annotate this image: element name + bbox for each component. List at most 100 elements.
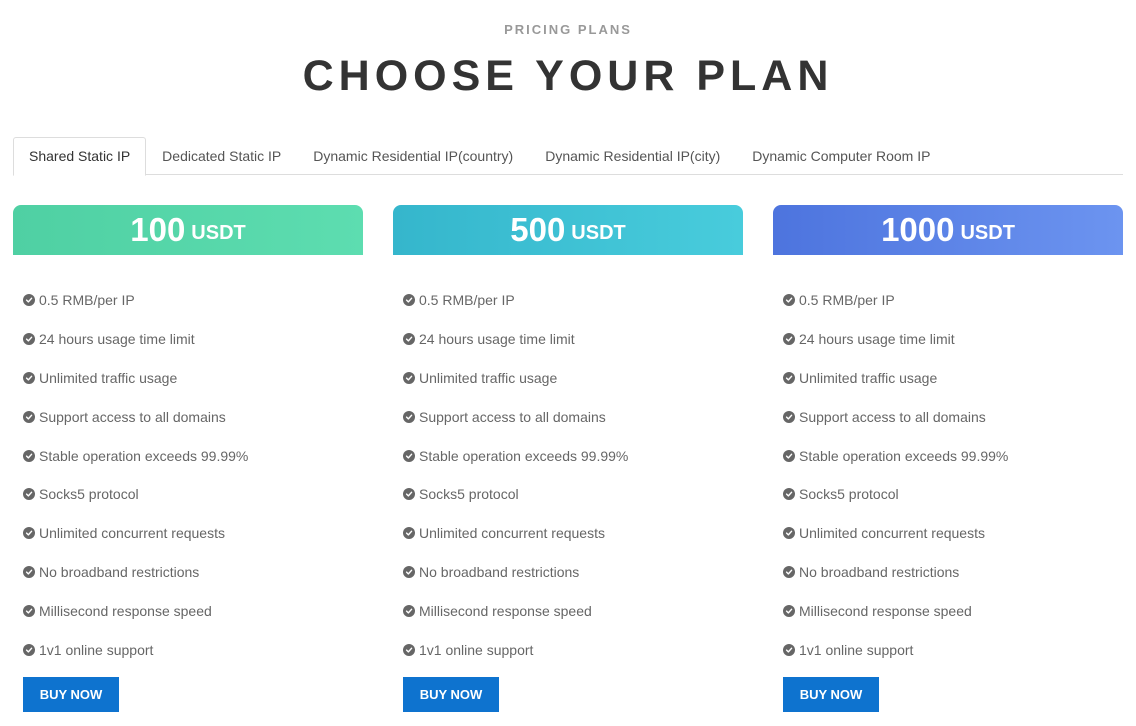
feature-list: 0.5 RMB/per IP 24 hours usage time limit U… [393, 281, 743, 669]
feature-text: Socks5 protocol [799, 486, 899, 503]
buy-now-button[interactable]: BUY NOW [783, 676, 879, 712]
tab-dedicated-static-ip[interactable]: Dedicated Static IP [146, 137, 297, 175]
check-circle-icon [23, 565, 35, 578]
buy-now-button[interactable]: BUY NOW [23, 676, 119, 712]
plan-currency: USDT [191, 222, 246, 244]
check-circle-icon [403, 371, 415, 384]
feature-item: No broadband restrictions [783, 553, 1123, 592]
check-circle-icon [403, 294, 415, 307]
check-circle-icon [783, 643, 795, 656]
feature-text: No broadband restrictions [419, 563, 580, 580]
feature-item: 0.5 RMB/per IP [403, 281, 743, 320]
feature-item: No broadband restrictions [23, 553, 363, 592]
feature-item: No broadband restrictions [403, 553, 743, 592]
check-circle-icon [23, 604, 35, 617]
check-circle-icon [783, 565, 795, 578]
feature-item: Unlimited traffic usage [783, 359, 1123, 398]
feature-text: Socks5 protocol [419, 486, 519, 503]
feature-text: Socks5 protocol [39, 486, 139, 503]
feature-item: Support access to all domains [783, 397, 1123, 436]
feature-text: Unlimited concurrent requests [39, 525, 225, 542]
feature-text: Support access to all domains [419, 408, 606, 425]
check-circle-icon [403, 488, 415, 501]
plan-card: 100 USDT 0.5 RMB/per IP 24 hours usage tim… [13, 205, 363, 712]
feature-text: Unlimited concurrent requests [419, 525, 605, 542]
check-circle-icon [403, 604, 415, 617]
plan-price-header: 500 USDT [393, 205, 743, 255]
feature-item: 1v1 online support [403, 630, 743, 669]
check-circle-icon [23, 527, 35, 540]
feature-item: 0.5 RMB/per IP [23, 281, 363, 320]
check-circle-icon [783, 294, 795, 307]
plan-price-header: 1000 USDT [773, 205, 1123, 255]
check-circle-icon [783, 527, 795, 540]
feature-item: Stable operation exceeds 99.99% [23, 436, 363, 475]
feature-item: Support access to all domains [23, 397, 363, 436]
feature-text: 1v1 online support [419, 641, 534, 658]
feature-item: 24 hours usage time limit [783, 320, 1123, 359]
check-circle-icon [23, 410, 35, 423]
feature-text: Stable operation exceeds 99.99% [419, 447, 629, 464]
feature-text: Unlimited concurrent requests [799, 525, 985, 542]
feature-text: No broadband restrictions [799, 563, 960, 580]
feature-item: 24 hours usage time limit [403, 320, 743, 359]
feature-text: Support access to all domains [39, 408, 226, 425]
tab-shared-static-ip[interactable]: Shared Static IP [13, 137, 147, 176]
feature-item: Unlimited concurrent requests [783, 514, 1123, 553]
plan-currency: USDT [571, 222, 626, 244]
feature-item: Socks5 protocol [403, 475, 743, 514]
tab-dynamic-computer-room-ip[interactable]: Dynamic Computer Room IP [736, 137, 946, 175]
feature-item: Millisecond response speed [783, 591, 1123, 630]
plan-price: 500 [510, 211, 566, 248]
buy-now-button[interactable]: BUY NOW [403, 676, 499, 712]
plan-type-tabs: Shared Static IP Dedicated Static IP Dyn… [13, 137, 1123, 176]
feature-item: Unlimited traffic usage [403, 359, 743, 398]
feature-text: 24 hours usage time limit [799, 331, 955, 348]
feature-text: Unlimited traffic usage [419, 369, 558, 386]
check-circle-icon [23, 371, 35, 384]
feature-item: 1v1 online support [23, 630, 363, 669]
feature-item: Socks5 protocol [783, 475, 1123, 514]
tab-dynamic-residential-city[interactable]: Dynamic Residential IP(city) [529, 137, 736, 175]
check-circle-icon [783, 604, 795, 617]
feature-text: 24 hours usage time limit [419, 331, 575, 348]
feature-text: Stable operation exceeds 99.99% [39, 447, 249, 464]
check-circle-icon [783, 371, 795, 384]
feature-item: Unlimited traffic usage [23, 359, 363, 398]
feature-text: Unlimited traffic usage [39, 369, 178, 386]
plan-price: 1000 [881, 211, 955, 248]
page-title: CHOOSE YOUR PLAN [302, 52, 834, 100]
plan-card: 1000 USDT 0.5 RMB/per IP 24 hours usage ti… [773, 205, 1123, 712]
feature-text: 1v1 online support [799, 641, 914, 658]
feature-item: 1v1 online support [783, 630, 1123, 669]
feature-list: 0.5 RMB/per IP 24 hours usage time limit U… [13, 281, 363, 669]
check-circle-icon [23, 294, 35, 307]
plan-currency: USDT [960, 222, 1015, 244]
check-circle-icon [783, 333, 795, 346]
feature-text: Support access to all domains [799, 408, 986, 425]
feature-text: Stable operation exceeds 99.99% [799, 447, 1009, 464]
feature-item: Stable operation exceeds 99.99% [783, 436, 1123, 475]
check-circle-icon [23, 449, 35, 462]
feature-item: Unlimited concurrent requests [403, 514, 743, 553]
feature-item: 0.5 RMB/per IP [783, 281, 1123, 320]
check-circle-icon [23, 488, 35, 501]
feature-text: 0.5 RMB/per IP [799, 292, 895, 309]
tab-dynamic-residential-country[interactable]: Dynamic Residential IP(country) [297, 137, 529, 175]
feature-text: No broadband restrictions [39, 563, 200, 580]
check-circle-icon [783, 488, 795, 501]
pricing-eyebrow: PRICING PLANS [504, 22, 632, 37]
feature-text: 24 hours usage time limit [39, 331, 195, 348]
feature-text: 1v1 online support [39, 641, 154, 658]
plan-card: 500 USDT 0.5 RMB/per IP 24 hours usage tim… [393, 205, 743, 712]
feature-text: Millisecond response speed [419, 602, 592, 619]
feature-text: Unlimited traffic usage [799, 369, 938, 386]
feature-item: Support access to all domains [403, 397, 743, 436]
feature-text: 0.5 RMB/per IP [419, 292, 515, 309]
check-circle-icon [783, 449, 795, 462]
plan-price-header: 100 USDT [13, 205, 363, 255]
feature-text: Millisecond response speed [39, 602, 212, 619]
feature-list: 0.5 RMB/per IP 24 hours usage time limit U… [773, 281, 1123, 669]
check-circle-icon [403, 333, 415, 346]
check-circle-icon [403, 527, 415, 540]
